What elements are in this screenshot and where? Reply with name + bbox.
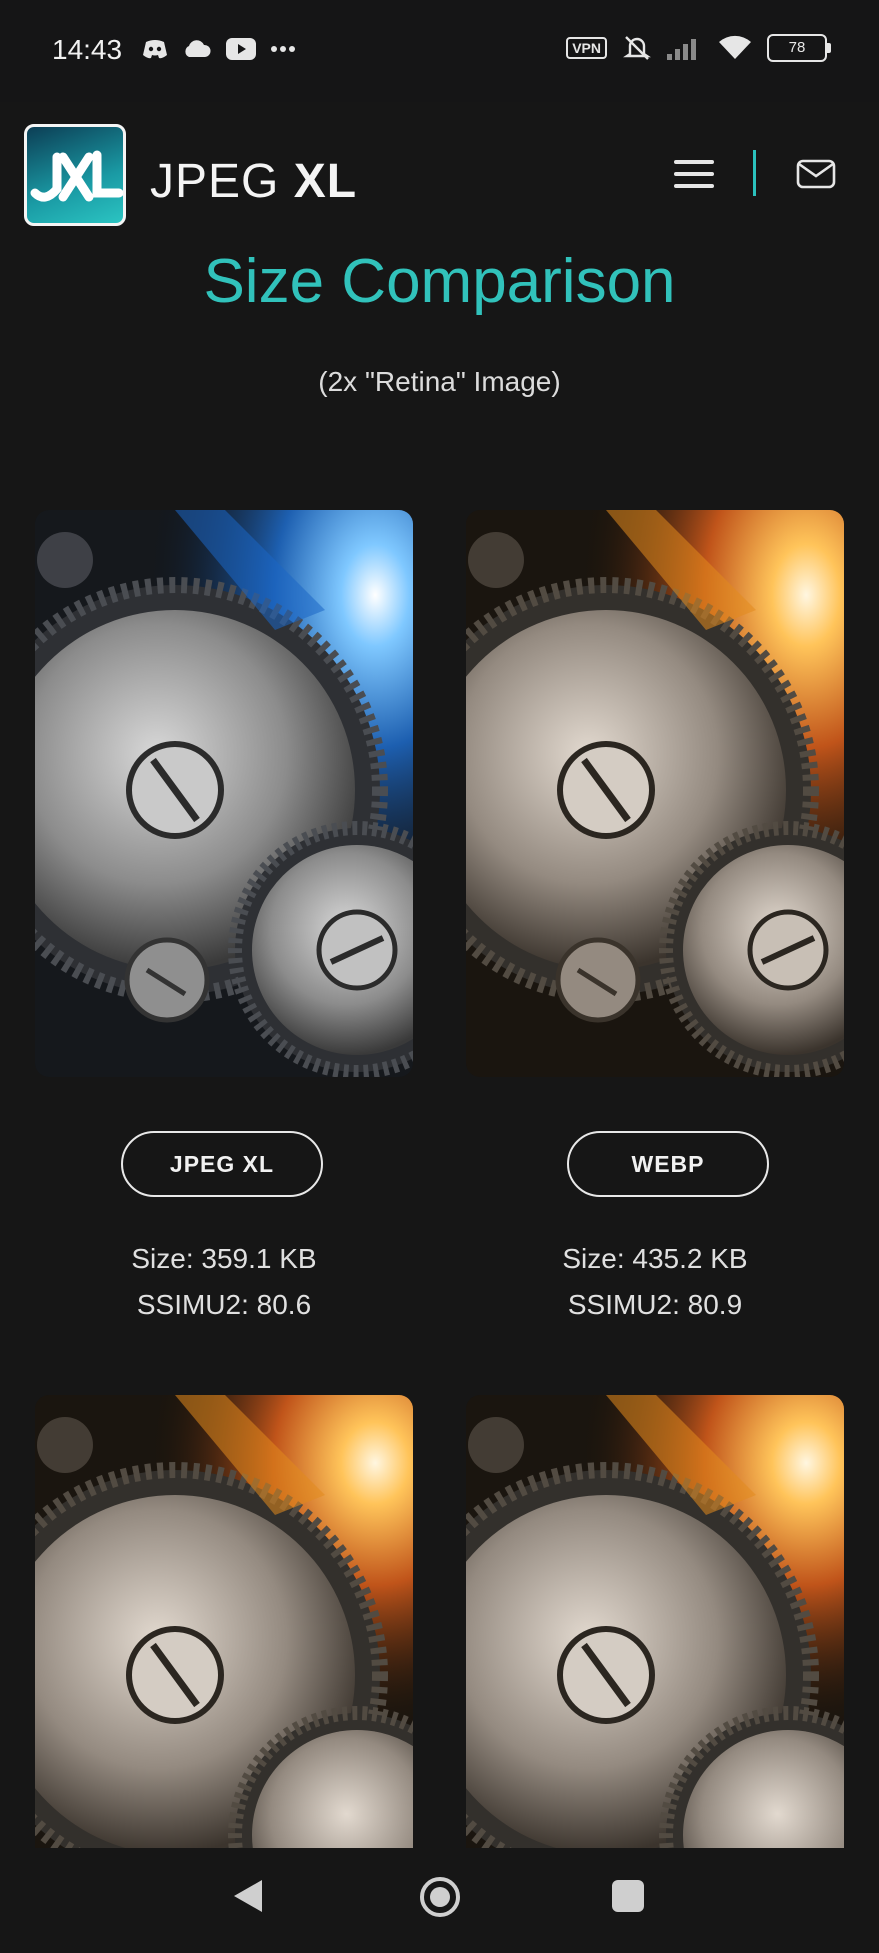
jxl-logo[interactable] — [24, 124, 126, 226]
page-subtitle: (2x "Retina" Image) — [318, 366, 561, 397]
back-triangle-icon[interactable] — [232, 1878, 264, 1914]
hamburger-menu-icon — [674, 160, 714, 188]
youtube-icon — [226, 38, 256, 60]
recents-square-icon[interactable] — [612, 1880, 644, 1912]
jxl-logo-icon — [30, 150, 123, 202]
size-value: Size: 359.1 KB — [131, 1243, 317, 1274]
jpegxl-comparison-image[interactable] — [35, 510, 413, 1077]
size-value: Size: 435.2 KB — [562, 1243, 748, 1274]
status-bar: 14:43 VPN 78 — [0, 0, 879, 102]
comparison-image-3[interactable] — [35, 1395, 413, 1848]
brand-light: JPEG — [150, 155, 294, 208]
comparison-image-4[interactable] — [466, 1395, 844, 1848]
signal-icon — [667, 39, 696, 60]
status-time: 14:43 — [52, 34, 123, 65]
home-circle-icon[interactable] — [418, 1875, 462, 1919]
mail-button[interactable] — [796, 158, 836, 190]
system-nav-bar — [0, 1848, 879, 1953]
brand-bold: XL — [293, 155, 358, 208]
webp-comparison-image[interactable] — [466, 510, 844, 1077]
brand-name[interactable]: JPEG XL — [150, 154, 357, 209]
hamburger-menu-button[interactable] — [672, 156, 716, 192]
mail-icon — [796, 159, 836, 189]
format-label-webp[interactable]: WEBP — [567, 1131, 769, 1197]
cloud-icon — [185, 40, 211, 57]
discord-icon — [143, 40, 167, 59]
more-dots-icon — [271, 46, 295, 52]
page-title: Size Comparison — [203, 247, 676, 316]
format-label-jpegxl[interactable]: JPEG XL — [121, 1131, 323, 1197]
ssimu2-value: SSIMU2: 80.6 — [136, 1289, 312, 1320]
bell-muted-icon — [623, 36, 651, 60]
stats-jpegxl: Size: 359.1 KB SSIMU2: 80.6 — [74, 1236, 374, 1328]
wifi-icon — [719, 35, 751, 59]
ssimu2-value: SSIMU2: 80.9 — [567, 1289, 743, 1320]
header-divider — [753, 150, 756, 196]
stats-webp: Size: 435.2 KB SSIMU2: 80.9 — [505, 1236, 805, 1328]
vpn-badge: VPN — [566, 37, 607, 59]
site-header: JPEG XL — [0, 102, 879, 252]
battery-indicator: 78 — [767, 34, 831, 62]
